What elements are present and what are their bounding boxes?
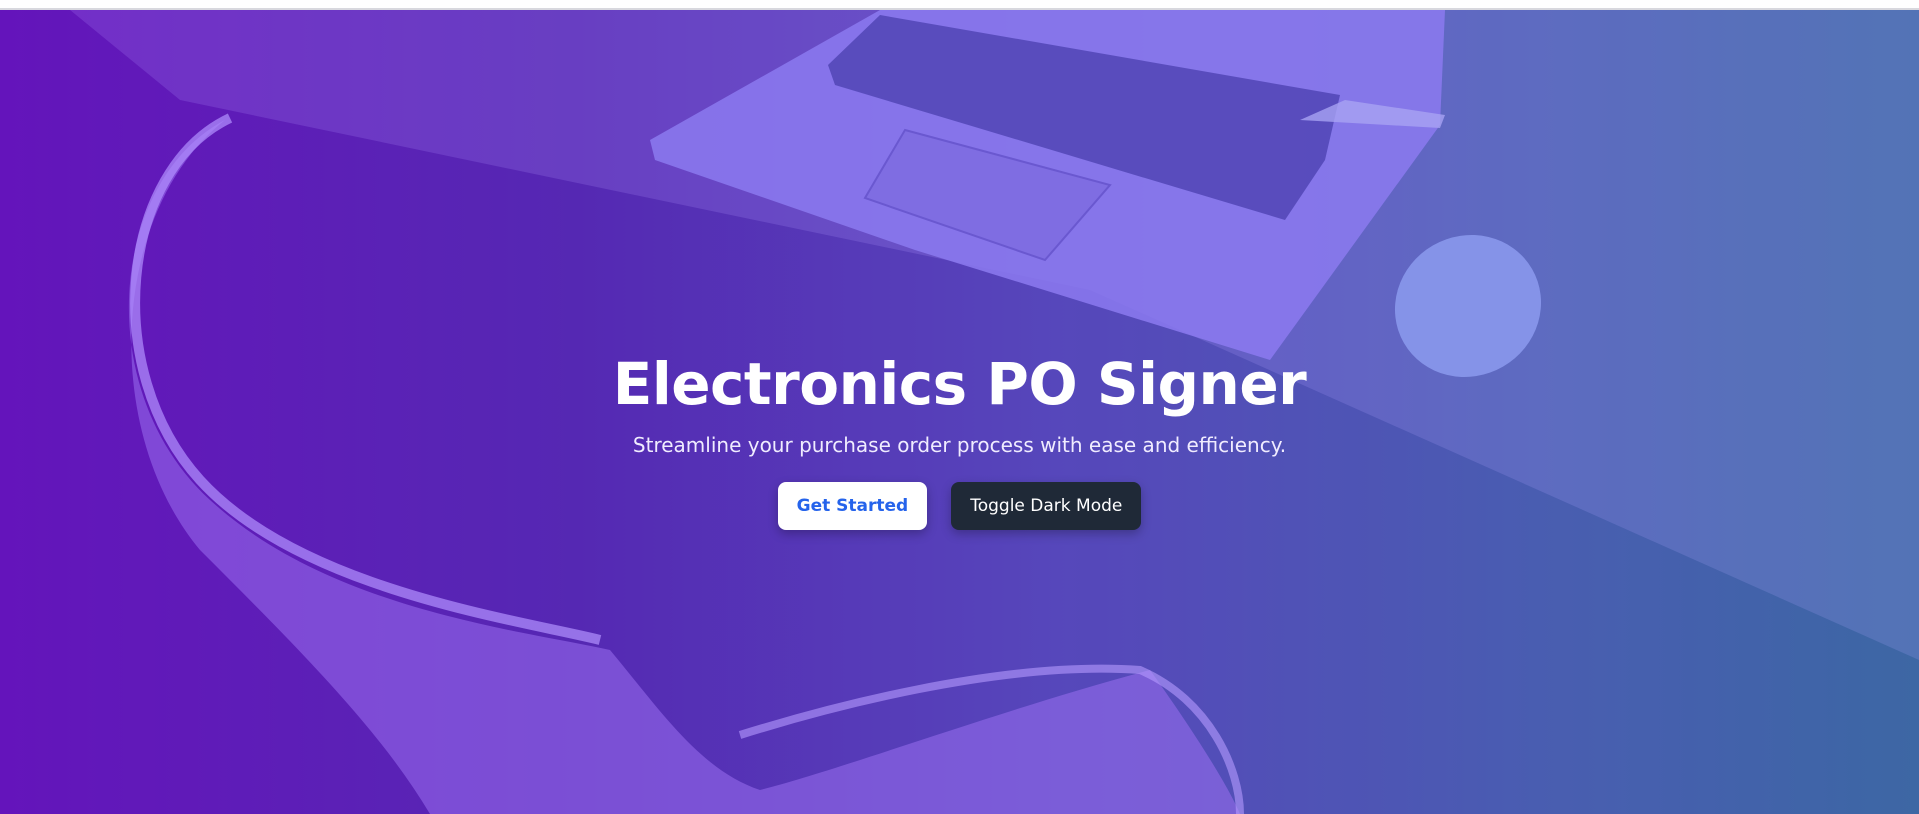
- page-title: Electronics PO Signer: [612, 350, 1307, 418]
- hero-content: Electronics PO Signer Streamline your pu…: [0, 10, 1919, 814]
- get-started-button[interactable]: Get Started: [777, 481, 928, 530]
- top-border: [0, 0, 1919, 10]
- hero-buttons: Get Started Toggle Dark Mode: [777, 481, 1142, 530]
- hero-subtitle: Streamline your purchase order process w…: [632, 432, 1287, 457]
- toggle-dark-mode-button[interactable]: Toggle Dark Mode: [951, 481, 1142, 530]
- hero-section: Electronics PO Signer Streamline your pu…: [0, 10, 1919, 814]
